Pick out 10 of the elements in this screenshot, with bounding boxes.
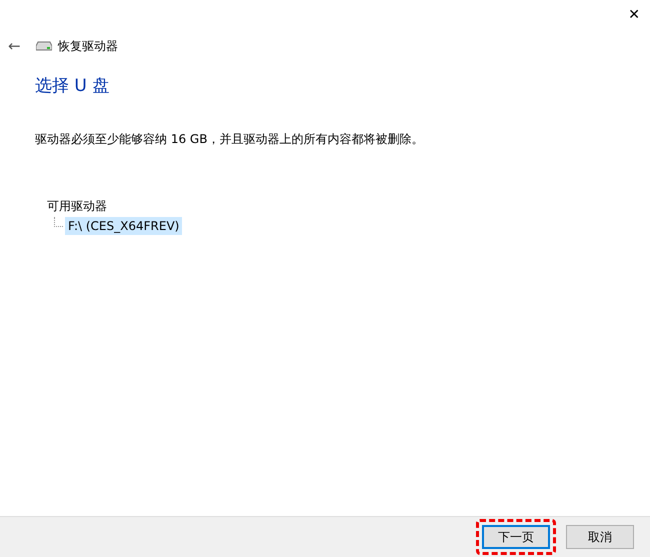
dialog-button[interactable]: 取消 xyxy=(566,525,634,549)
close-button[interactable]: ✕ xyxy=(628,7,640,23)
info-text: 驱动器必须至少能够容纳 16 GB，并且驱动器上的所有内容都将被删除。 xyxy=(35,131,424,148)
drive-icon xyxy=(36,41,52,51)
dialog-button[interactable]: 下一页 xyxy=(482,525,550,549)
drives-label: 可用驱动器 xyxy=(47,198,108,215)
page-heading: 选择 U 盘 xyxy=(35,75,110,97)
window-title: 恢复驱动器 xyxy=(58,38,118,54)
drive-item[interactable]: F:\ (CES_X64FREV) xyxy=(65,217,182,235)
back-button[interactable]: ← xyxy=(8,37,36,55)
